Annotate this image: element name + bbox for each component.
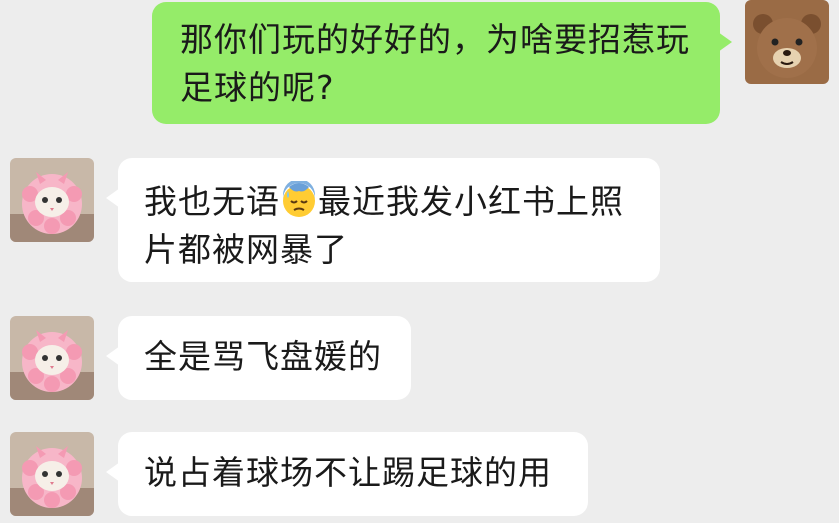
cat-avatar[interactable] bbox=[10, 432, 94, 516]
message-bubble-other[interactable]: 全是骂飞盘媛的 bbox=[106, 316, 411, 400]
message-text: 那你们玩的好好的，为啥要招惹玩足球的呢? bbox=[180, 20, 690, 107]
cold-sweat-emoji bbox=[283, 181, 315, 217]
bear-avatar[interactable] bbox=[745, 0, 829, 84]
cat-avatar[interactable] bbox=[10, 316, 94, 400]
message-bubble-other[interactable]: 说占着球场不让踢足球的用 bbox=[106, 432, 588, 516]
bubble-tail bbox=[106, 462, 120, 482]
cat-avatar[interactable] bbox=[10, 158, 94, 242]
message-text: 说占着球场不让踢足球的用 bbox=[144, 453, 552, 492]
chat-view: 那你们玩的好好的，为啥要招惹玩足球的呢? 我也无语 最近我发小红书上照片都被网暴… bbox=[0, 0, 839, 523]
bubble-tail bbox=[106, 188, 120, 208]
bubble-tail bbox=[106, 346, 120, 366]
bubble-tail bbox=[718, 32, 732, 52]
message-text: 我也无语 bbox=[144, 182, 280, 221]
message-bubble-other[interactable]: 我也无语 最近我发小红书上照片都被网暴了 bbox=[106, 158, 660, 282]
message-bubble-self[interactable]: 那你们玩的好好的，为啥要招惹玩足球的呢? bbox=[152, 2, 732, 124]
message-text: 全是骂飞盘媛的 bbox=[144, 337, 382, 376]
